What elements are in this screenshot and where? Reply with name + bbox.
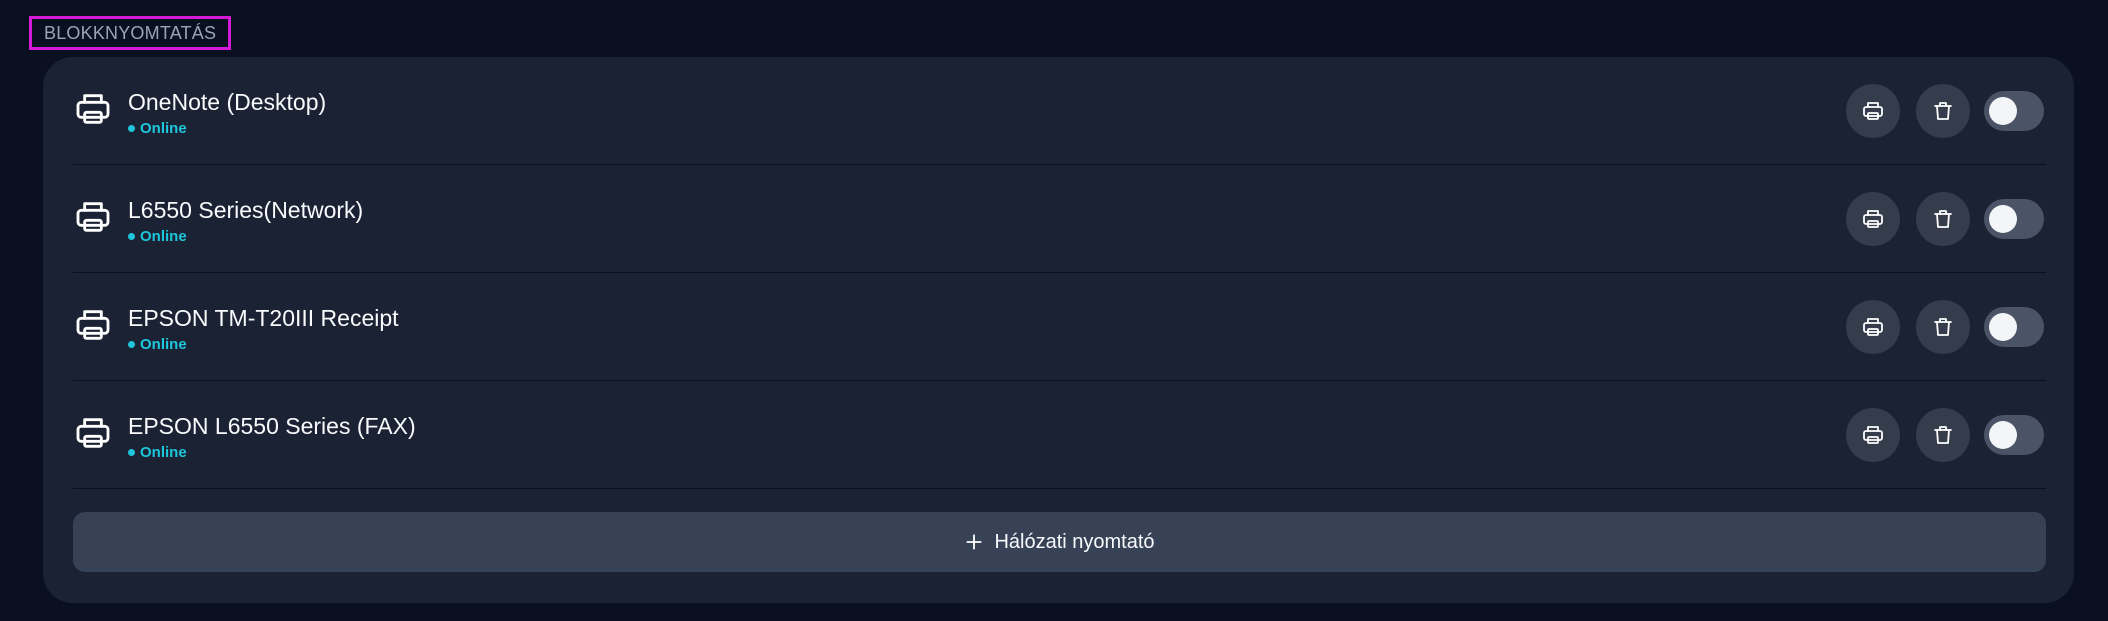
test-print-button[interactable] [1846, 192, 1900, 246]
test-print-button[interactable] [1846, 300, 1900, 354]
add-network-printer-label: Hálózati nyomtató [994, 530, 1155, 553]
trash-icon [1931, 207, 1955, 231]
printer-status: Online [128, 120, 187, 137]
toggle-knob [1989, 421, 2017, 449]
printer-row: EPSON TM-T20III Receipt Online [73, 273, 2046, 381]
printer-enable-toggle[interactable] [1984, 91, 2044, 131]
printer-panel: OneNote (Desktop) Online L6550 Series(Ne… [43, 57, 2074, 603]
printer-enable-toggle[interactable] [1984, 199, 2044, 239]
status-text: Online [140, 120, 187, 137]
test-print-button[interactable] [1846, 84, 1900, 138]
toggle-knob [1989, 313, 2017, 341]
printer-icon [73, 89, 113, 129]
printer-icon [73, 305, 113, 345]
trash-icon [1931, 315, 1955, 339]
printer-name: OneNote (Desktop) [128, 89, 327, 115]
printer-status: Online [128, 228, 187, 245]
printer-icon [73, 197, 113, 237]
status-dot-icon [128, 341, 135, 348]
toggle-knob [1989, 205, 2017, 233]
delete-printer-button[interactable] [1916, 408, 1970, 462]
delete-printer-button[interactable] [1916, 84, 1970, 138]
printer-row: L6550 Series(Network) Online [73, 165, 2046, 273]
status-text: Online [140, 444, 187, 461]
printer-enable-toggle[interactable] [1984, 307, 2044, 347]
printer-name: L6550 Series(Network) [128, 197, 364, 223]
status-dot-icon [128, 233, 135, 240]
test-print-button[interactable] [1846, 408, 1900, 462]
printer-name: EPSON TM-T20III Receipt [128, 305, 399, 331]
printer-icon [1861, 423, 1885, 447]
add-network-printer-button[interactable]: Hálózati nyomtató [73, 512, 2046, 572]
delete-printer-button[interactable] [1916, 300, 1970, 354]
printer-icon [1861, 315, 1885, 339]
printer-row: OneNote (Desktop) Online [73, 57, 2046, 165]
printer-row: EPSON L6550 Series (FAX) Online [73, 381, 2046, 489]
toggle-knob [1989, 97, 2017, 125]
printer-icon [73, 413, 113, 453]
trash-icon [1931, 99, 1955, 123]
trash-icon [1931, 423, 1955, 447]
status-text: Online [140, 336, 187, 353]
printer-icon [1861, 99, 1885, 123]
printer-list: OneNote (Desktop) Online L6550 Series(Ne… [73, 57, 2046, 489]
printer-status: Online [128, 336, 187, 353]
delete-printer-button[interactable] [1916, 192, 1970, 246]
printer-status: Online [128, 444, 187, 461]
status-dot-icon [128, 125, 135, 132]
status-dot-icon [128, 449, 135, 456]
status-text: Online [140, 228, 187, 245]
printer-enable-toggle[interactable] [1984, 415, 2044, 455]
printer-name: EPSON L6550 Series (FAX) [128, 413, 416, 439]
section-title: BLOKKNYOMTATÁS [29, 16, 232, 50]
printer-icon [1861, 207, 1885, 231]
plus-icon [964, 532, 984, 552]
